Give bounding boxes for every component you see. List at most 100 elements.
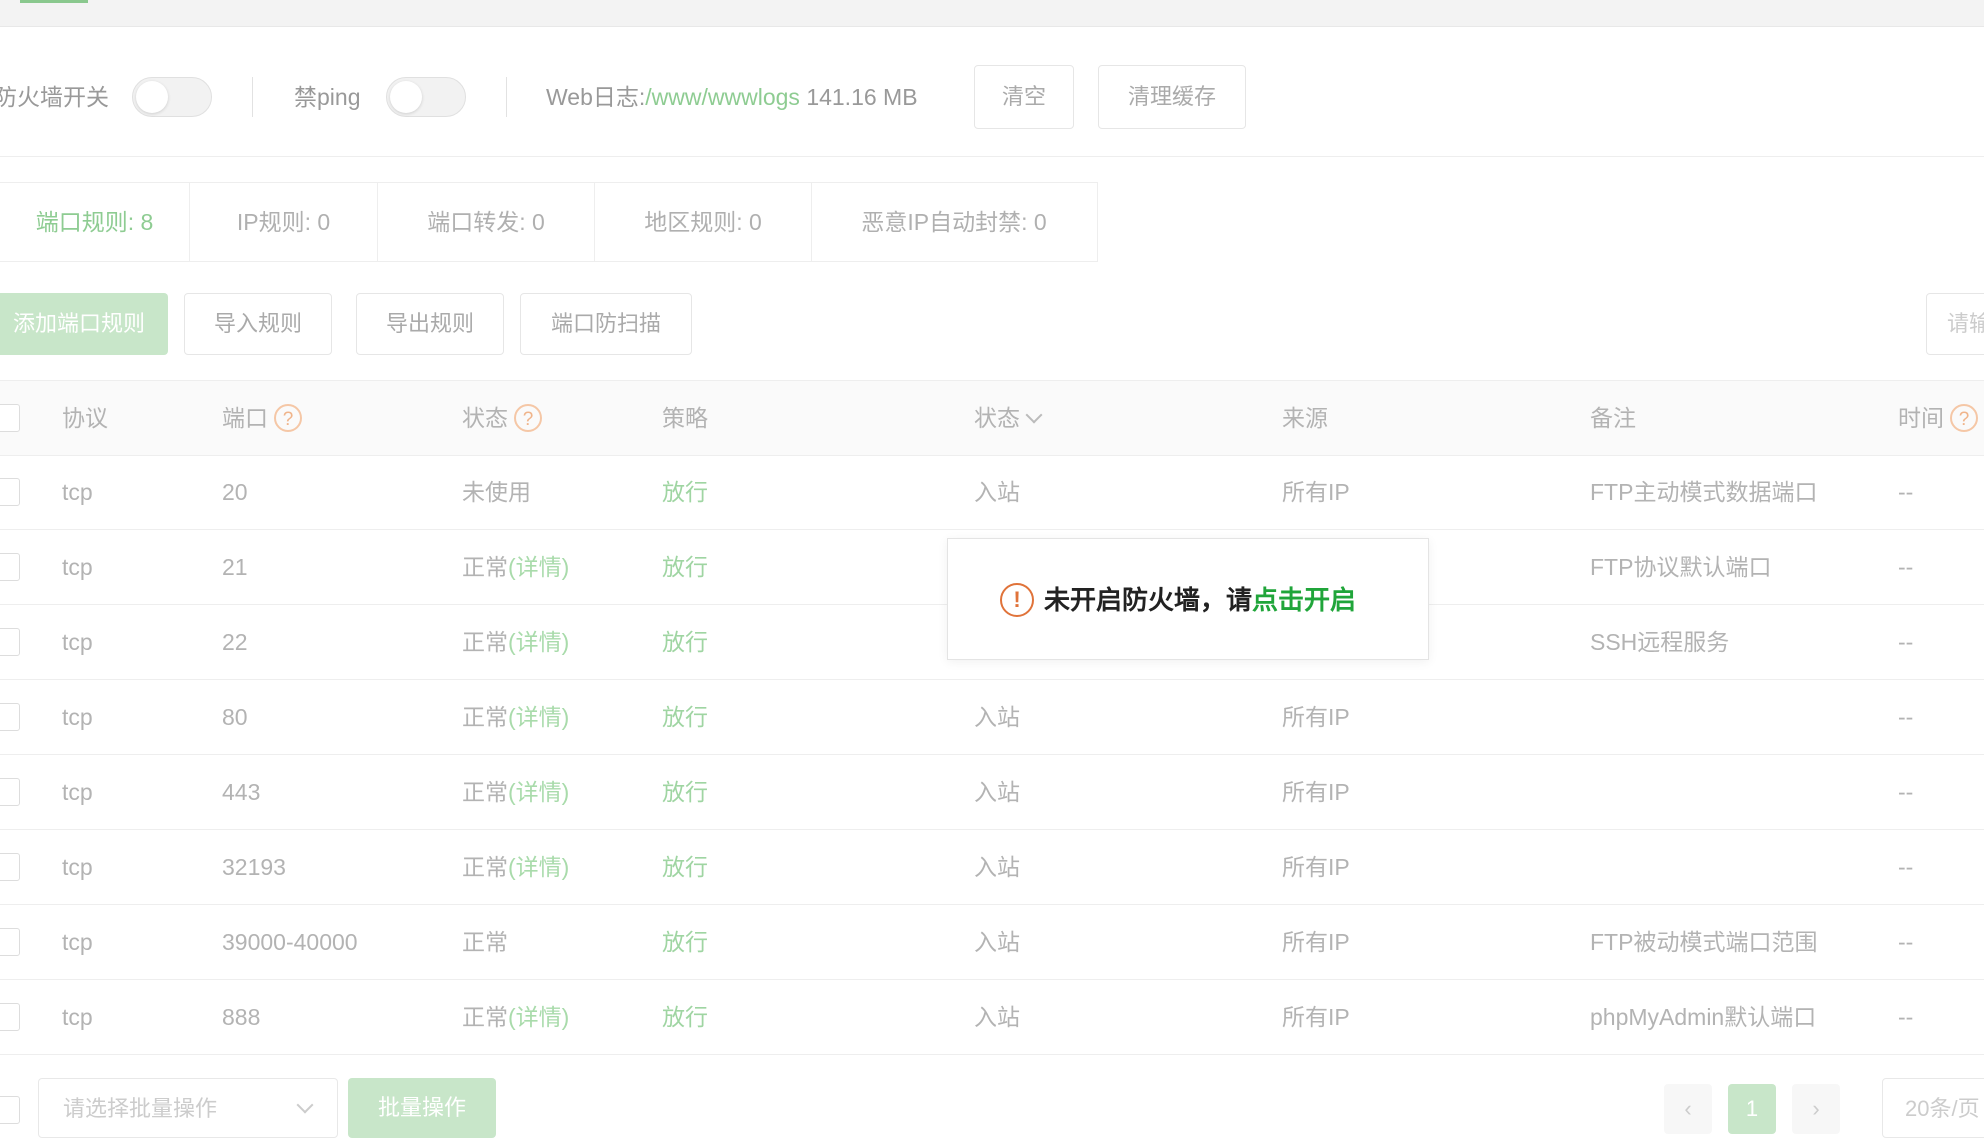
tab-malicious-ip-ban[interactable]: 恶意IP自动封禁: 0 [812,183,1096,261]
row-checkbox[interactable] [0,628,20,656]
tab-ip-rules[interactable]: IP规则: 0 [190,183,378,261]
table-row: tcp 39000-40000 正常 放行 入站 所有IP FTP被动模式端口范围 -- [0,905,1984,980]
batch-operation-select[interactable]: 请选择批量操作 [38,1078,338,1138]
firewall-switch-toggle[interactable] [132,77,212,117]
header-direction-filter[interactable]: 状态 [974,381,1043,455]
status-detail-link[interactable]: (详情) [508,854,569,880]
cell-remark-text: SSH远程服务 [1590,629,1730,655]
cell-policy-text: 放行 [662,779,708,805]
toast-message: 未开启防火墙，请点击开启 [1044,539,1356,661]
prev-page-button[interactable]: ‹ [1664,1084,1712,1134]
header-port-label: 端口 [222,405,268,431]
cell-policy[interactable]: 放行 [662,680,708,754]
cell-status: 正常 [462,905,508,979]
cell-direction-text: 入站 [974,854,1020,880]
row-checkbox[interactable] [0,1003,20,1031]
help-icon[interactable]: ? [274,403,302,432]
cell-status-text: 正常 [462,1004,508,1030]
import-rules-button[interactable]: 导入规则 [184,293,332,355]
chevron-down-icon [296,1096,314,1114]
divider [0,156,1984,157]
cell-policy[interactable]: 放行 [662,530,708,604]
cell-direction: 入站 [974,680,1020,754]
search-input[interactable]: 请输 [1926,293,1984,355]
cell-port: 21 [222,530,248,604]
row-checkbox[interactable] [0,703,20,731]
cell-protocol-text: tcp [62,854,93,880]
cell-time-text: -- [1898,479,1914,505]
header-status: 状态? [462,381,542,455]
cell-remark-text: FTP主动模式数据端口 [1590,479,1818,505]
cell-policy[interactable]: 放行 [662,755,708,829]
cell-time-text: -- [1898,629,1914,655]
cell-policy[interactable]: 放行 [662,980,708,1054]
row-checkbox[interactable] [0,853,20,881]
firewall-switch-label: 防火墙开关 [0,84,109,110]
batch-operation-button[interactable]: 批量操作 [348,1078,496,1138]
weblog-path-link[interactable]: /www/wwwlogs [645,84,800,110]
cell-direction-text: 入站 [974,929,1020,955]
page-number-current[interactable]: 1 [1728,1084,1776,1134]
status-detail-link[interactable]: (详情) [508,554,569,580]
cell-policy[interactable]: 放行 [662,455,708,529]
cell-status-text: 正常 [462,779,508,805]
next-page-button[interactable]: › [1792,1084,1840,1134]
clear-cache-button[interactable]: 清理缓存 [1098,65,1246,129]
status-detail-link[interactable]: (详情) [508,704,569,730]
cell-policy[interactable]: 放行 [662,905,708,979]
cell-source-text: 所有IP [1282,779,1350,805]
cell-direction-text: 入站 [974,479,1020,505]
tab-port-rules[interactable]: 端口规则: 8 [0,183,190,261]
cell-protocol: tcp [62,605,93,679]
cell-source: 所有IP [1282,830,1350,904]
cell-port-text: 21 [222,554,248,580]
add-port-rule-button[interactable]: 添加端口规则 [0,293,168,355]
cell-protocol: tcp [62,530,93,604]
help-icon[interactable]: ? [514,403,542,432]
cell-remark: phpMyAdmin默认端口 [1590,980,1816,1054]
status-detail-link[interactable]: (详情) [508,629,569,655]
select-all-checkbox[interactable] [0,404,20,432]
cell-status-text: 正常 [462,929,508,955]
page-size-select[interactable]: 20条/页 [1882,1078,1984,1138]
cell-time-text: -- [1898,779,1914,805]
cell-port: 443 [222,755,260,829]
table-header: 协议 端口? 状态? 策略 状态 来源 备注 时间? [0,380,1984,456]
cell-direction: 入站 [974,905,1020,979]
cell-policy[interactable]: 放行 [662,830,708,904]
header-source: 来源 [1282,405,1328,431]
cell-policy[interactable]: 放行 [662,605,708,679]
cell-port: 888 [222,980,260,1054]
cell-protocol-text: tcp [62,704,93,730]
cell-time-text: -- [1898,704,1914,730]
firewall-disabled-toast: ! 未开启防火墙，请点击开启 [947,538,1429,660]
row-checkbox[interactable] [0,778,20,806]
enable-firewall-link[interactable]: 点击开启 [1252,585,1356,615]
help-icon[interactable]: ? [1950,403,1978,432]
ping-toggle[interactable] [386,77,466,117]
status-detail-link[interactable]: (详情) [508,779,569,805]
cell-protocol-text: tcp [62,779,93,805]
weblog-label: Web日志:/www/wwwlogs 141.16 MB [546,62,918,132]
cell-port-text: 80 [222,704,248,730]
cell-time: -- [1898,830,1913,904]
status-detail-link[interactable]: (详情) [508,1004,569,1030]
cell-source-text: 所有IP [1282,704,1350,730]
tab-region-rules[interactable]: 地区规则: 0 [595,183,812,261]
cell-protocol-text: tcp [62,629,93,655]
footer-select-checkbox[interactable] [0,1096,20,1124]
row-checkbox[interactable] [0,553,20,581]
cell-direction-text: 入站 [974,704,1020,730]
cell-source-text: 所有IP [1282,854,1350,880]
weblog-title: Web日志: [546,84,646,110]
row-checkbox[interactable] [0,478,20,506]
cell-port-text: 39000-40000 [222,929,358,955]
clear-log-button[interactable]: 清空 [974,65,1074,129]
row-checkbox[interactable] [0,928,20,956]
cell-time-text: -- [1898,1004,1914,1030]
export-rules-button[interactable]: 导出规则 [356,293,504,355]
cell-protocol: tcp [62,980,93,1054]
port-scan-protect-button[interactable]: 端口防扫描 [520,293,692,355]
cell-direction: 入站 [974,455,1020,529]
tab-port-forward[interactable]: 端口转发: 0 [378,183,595,261]
